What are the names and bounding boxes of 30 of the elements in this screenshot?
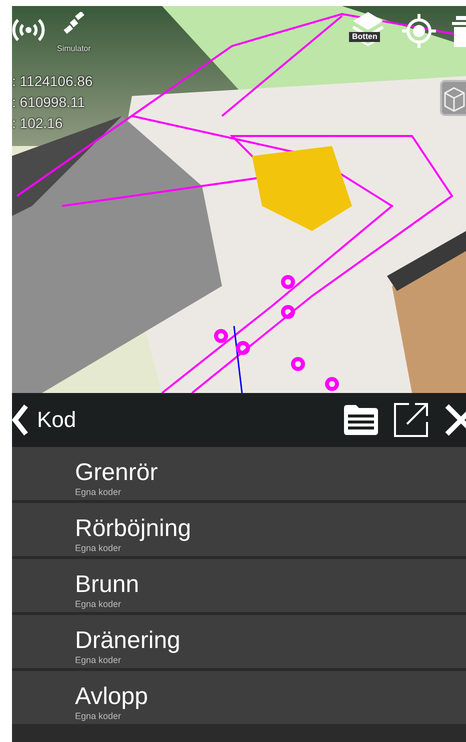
- satellite-icon[interactable]: [62, 12, 86, 34]
- code-subtitle: Egna koder: [75, 487, 122, 498]
- code-title: Dränering: [75, 627, 180, 655]
- code-title: Rörböjning: [75, 515, 192, 543]
- layers-icon[interactable]: [351, 10, 385, 46]
- code-subtitle: Egna koder: [75, 655, 122, 666]
- header-title: Kod: [37, 407, 76, 433]
- simulator-label: Simulator: [57, 44, 91, 53]
- code-subtitle: Egna koder: [75, 543, 122, 554]
- coordinate-text: : 1124106.86: [12, 72, 93, 91]
- list-icon[interactable]: [343, 404, 379, 436]
- trash-icon[interactable]: [452, 14, 466, 50]
- coordinate-text: : 102.16: [12, 114, 64, 133]
- code-title: Avlopp: [75, 683, 148, 711]
- code-list-item[interactable]: Brunn Egna koder: [12, 559, 466, 615]
- broadcast-icon[interactable]: [12, 16, 45, 44]
- code-title: Brunn: [75, 571, 140, 599]
- close-icon[interactable]: [445, 403, 466, 437]
- code-list-item[interactable]: Dränering Egna koder: [12, 615, 466, 671]
- code-subtitle: Egna koder: [75, 711, 122, 722]
- code-subtitle: Egna koder: [75, 599, 122, 610]
- back-icon[interactable]: [12, 403, 28, 437]
- code-list-item[interactable]: Grenrör Egna koder: [12, 447, 466, 503]
- location-target-icon[interactable]: [402, 14, 436, 48]
- code-title: Grenrör: [75, 459, 158, 487]
- coordinate-text: : 610998.11: [12, 93, 86, 112]
- code-list-item[interactable]: Rörböjning Egna koder: [12, 503, 466, 559]
- external-link-icon[interactable]: [393, 402, 429, 438]
- code-list-item[interactable]: Avlopp Egna koder: [12, 671, 466, 727]
- layer-label: Botten: [349, 32, 380, 42]
